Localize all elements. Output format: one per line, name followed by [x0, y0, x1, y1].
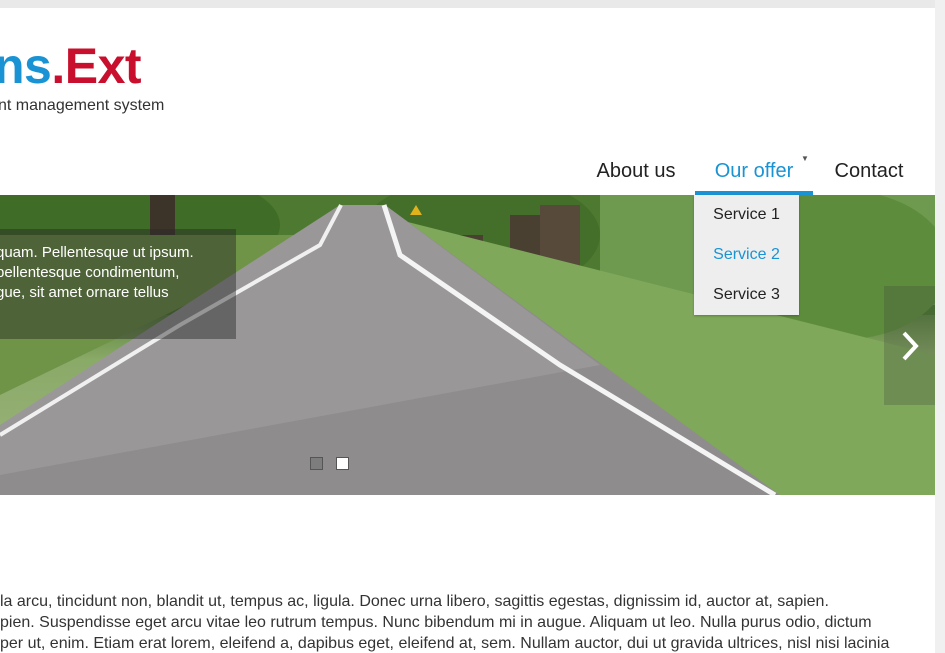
- dropdown-item-service-2[interactable]: Service 2: [694, 235, 799, 275]
- nav-item-our-offer[interactable]: Our offer: [695, 157, 813, 195]
- slider-next-button[interactable]: [884, 286, 935, 405]
- caption-line-3: gue, sit amet ornare tellus: [0, 284, 169, 301]
- slide-caption: quam. Pellentesque ut ipsum. pellentesqu…: [0, 229, 236, 339]
- content-line-2: pien. Suspendisse eget arcu vitae leo ru…: [0, 614, 872, 631]
- dropdown-item-service-1[interactable]: Service 1: [694, 195, 799, 235]
- chevron-right-icon: [902, 331, 919, 361]
- content-text: la arcu, tincidunt non, blandit ut, temp…: [0, 591, 930, 653]
- window-edge: [935, 0, 945, 653]
- logo-dot: .: [51, 38, 65, 94]
- nav-item-contact[interactable]: Contact: [833, 157, 905, 191]
- page-container: ns.Ext nt management system About us Our…: [0, 8, 935, 653]
- caption-line-1: quam. Pellentesque ut ipsum.: [0, 244, 194, 261]
- content-line-1: la arcu, tincidunt non, blandit ut, temp…: [0, 593, 829, 610]
- logo-part1: ns: [0, 38, 52, 94]
- our-offer-dropdown: Service 1 Service 2 Service 3: [694, 195, 799, 315]
- main-nav: About us Our offer Contact: [0, 157, 935, 195]
- nav-item-about-us[interactable]: About us: [596, 157, 676, 191]
- logo-part2: Ext: [64, 38, 142, 94]
- slider-dot-1[interactable]: [310, 457, 323, 470]
- slider-dot-2[interactable]: [336, 457, 349, 470]
- site-logo[interactable]: ns.Ext: [0, 36, 142, 96]
- dropdown-caret-icon: ▼: [801, 154, 809, 163]
- content-line-3: per ut, enim. Etiam erat lorem, eleifend…: [0, 635, 890, 652]
- dropdown-item-service-3[interactable]: Service 3: [694, 275, 799, 315]
- site-tagline: nt management system: [0, 97, 165, 114]
- caption-line-2: pellentesque condimentum,: [0, 264, 180, 281]
